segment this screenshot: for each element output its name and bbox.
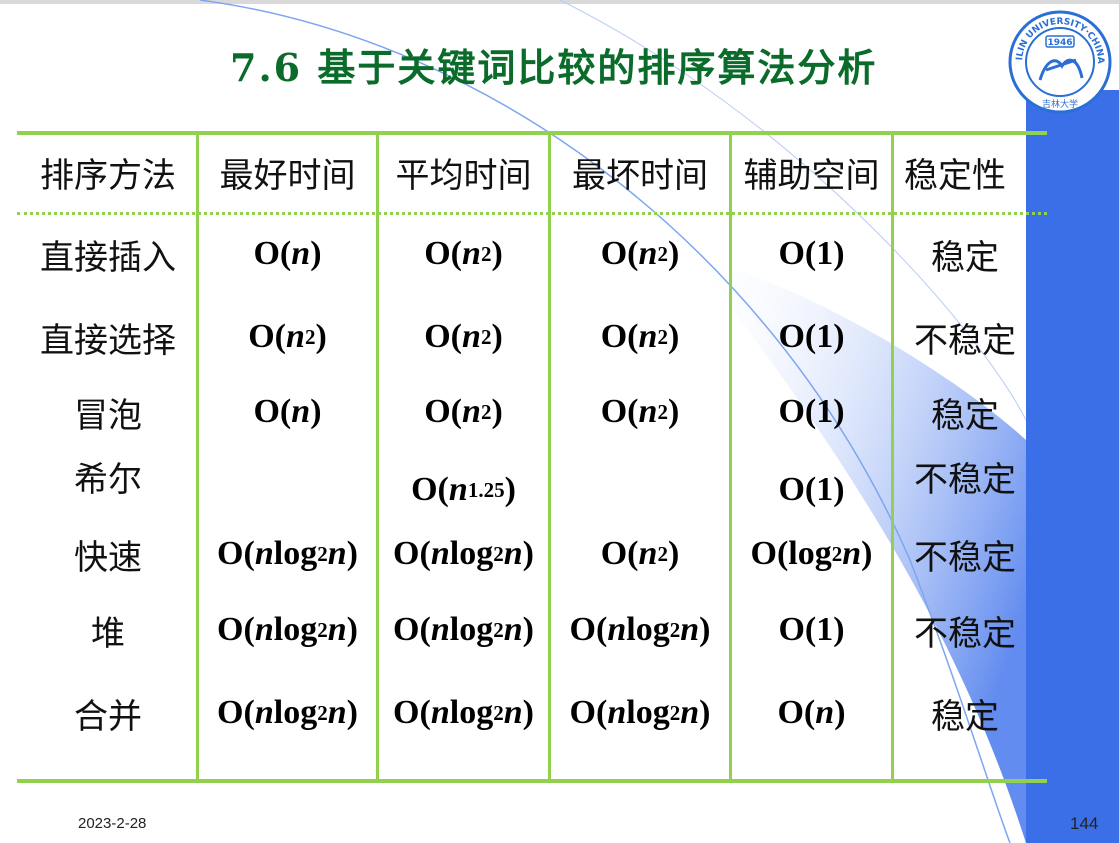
svg-text:吉林大学: 吉林大学 <box>1042 98 1078 110</box>
cell-stability: 稳定 <box>931 237 999 278</box>
cell-aux-space: O(1) <box>778 318 845 355</box>
cell-method-name: 希尔 <box>74 459 142 500</box>
slide-title: 7.6 基于关键词比较的排序算法分析 <box>230 45 878 90</box>
cell-stability: 不稳定 <box>914 320 1016 361</box>
cell-best-time: O(n log 2 n) <box>217 535 358 572</box>
column-divider <box>548 131 551 783</box>
header-best-time: 最好时间 <box>219 155 356 196</box>
column-divider <box>376 131 379 783</box>
cell-average-time: O(n log 2 n) <box>393 611 534 648</box>
cell-stability: 不稳定 <box>914 613 1016 654</box>
cell-average-time: O(n 2) <box>424 318 503 355</box>
cell-average-time: O(n log 2 n) <box>393 535 534 572</box>
page-number: 144 <box>1070 814 1099 833</box>
cell-average-time: O(n 2) <box>424 393 503 430</box>
cell-aux-space: O(1) <box>778 471 845 508</box>
cell-method-name: 直接插入 <box>40 237 176 278</box>
cell-aux-space: O(1) <box>778 611 845 648</box>
column-divider <box>196 131 199 783</box>
cell-stability: 稳定 <box>931 696 999 737</box>
header-aux-space: 辅助空间 <box>743 155 880 196</box>
cell-aux-space: O(log 2 n) <box>750 535 873 572</box>
cell-method-name: 冒泡 <box>74 395 142 436</box>
cell-method-name: 堆 <box>91 613 125 654</box>
cell-best-time: O(n log 2 n) <box>217 694 358 731</box>
cell-worst-time: O(n 2) <box>600 318 680 355</box>
svg-text:1946: 1946 <box>1047 38 1072 48</box>
header-average-time: 平均时间 <box>395 155 532 196</box>
cell-worst-time: O(n log 2 n) <box>569 694 711 731</box>
cell-worst-time: O(n 2) <box>600 535 680 572</box>
university-seal-icon: JILIN UNIVERSITY·CHINA 1946 吉林大学 <box>1006 8 1112 114</box>
header-stability: 稳定性 <box>904 155 1006 196</box>
cell-worst-time <box>551 460 729 508</box>
cell-aux-space: O(n) <box>777 694 846 731</box>
cell-worst-time: O(n 2) <box>600 393 680 430</box>
cell-best-time: O(n 2) <box>248 318 327 355</box>
cell-worst-time: O(n log 2 n) <box>569 611 711 648</box>
slide-date: 2023-2-28 <box>78 815 147 832</box>
cell-method-name: 合并 <box>74 696 142 737</box>
cell-stability: 不稳定 <box>914 537 1016 578</box>
right-blue-bar <box>1026 90 1119 843</box>
cell-average-time: O(n 2) <box>424 235 503 272</box>
cell-best-time: O(n) <box>253 393 322 430</box>
column-divider <box>729 131 732 783</box>
cell-method-name: 快速 <box>74 537 142 578</box>
cell-best-time: O(n log 2 n) <box>217 611 358 648</box>
header-worst-time: 最坏时间 <box>572 155 708 196</box>
header-method: 排序方法 <box>40 155 176 196</box>
cell-best-time <box>199 460 376 508</box>
cell-worst-time: O(n 2) <box>600 235 680 272</box>
slide: 7.6 基于关键词比较的排序算法分析 JILIN UNIVERSITY·CHIN… <box>0 0 1119 843</box>
cell-stability: 稳定 <box>931 395 999 436</box>
cell-aux-space: O(1) <box>778 235 845 272</box>
cell-stability: 不稳定 <box>914 459 1016 500</box>
cell-best-time: O(n) <box>253 235 322 272</box>
cell-method-name: 直接选择 <box>40 320 176 361</box>
cell-average-time: O(n 1.25) <box>411 471 516 508</box>
cell-aux-space: O(1) <box>778 393 845 430</box>
cell-average-time: O(n log 2 n) <box>393 694 534 731</box>
